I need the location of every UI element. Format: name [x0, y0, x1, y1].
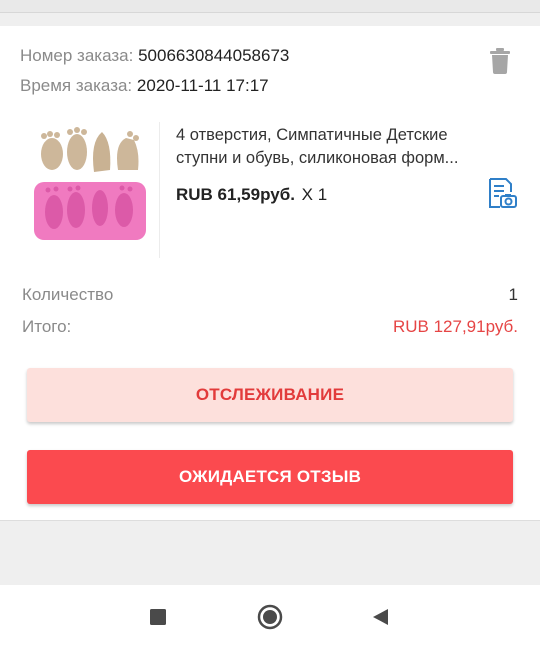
quantity-row: Количество 1 — [22, 284, 518, 306]
order-time-row: Время заказа: 2020-11-11 17:17 — [20, 75, 269, 97]
trash-icon — [490, 48, 510, 74]
order-number-row: Номер заказа: 5006630844058673 — [20, 45, 289, 67]
android-navigation-bar — [0, 585, 540, 649]
nav-home-button[interactable] — [256, 603, 284, 631]
circle-icon — [257, 604, 283, 630]
nav-back-button[interactable] — [366, 603, 394, 631]
order-time-label: Время заказа: — [20, 76, 133, 95]
order-card: Номер заказа: 5006630844058673 Время зак… — [0, 26, 540, 521]
order-time-value: 2020-11-11 17:17 — [136, 76, 269, 95]
quantity-label: Количество — [22, 285, 114, 304]
square-icon — [150, 609, 166, 625]
nav-recent-apps-button[interactable] — [144, 603, 172, 631]
product-image — [34, 127, 146, 240]
product-quantity: X 1 — [301, 185, 328, 204]
order-snapshot-button[interactable] — [484, 176, 518, 210]
awaiting-review-button[interactable]: ОЖИДАЕТСЯ ОТЗЫВ — [27, 450, 513, 504]
price-row: RUB 61,59руб. X 1 — [176, 184, 327, 206]
quantity-value: 1 — [508, 285, 518, 304]
triangle-back-icon — [373, 609, 388, 625]
order-number-label: Номер заказа: — [20, 46, 134, 65]
total-label: Итого: — [22, 317, 72, 336]
thumbnail-divider — [159, 122, 160, 258]
order-number-value: 5006630844058673 — [138, 46, 290, 65]
order-screen: Номер заказа: 5006630844058673 Время зак… — [0, 0, 540, 649]
product-thumbnail[interactable] — [30, 122, 150, 240]
order-snapshot-icon — [489, 178, 517, 208]
product-title-line-1: 4 отверстия, Симпатичные Детские — [176, 126, 448, 144]
delete-order-button[interactable] — [488, 48, 512, 74]
total-value: RUB 127,91руб. — [392, 317, 518, 336]
product-price: RUB 61,59руб. — [176, 185, 295, 204]
track-order-button[interactable]: ОТСЛЕЖИВАНИЕ — [27, 368, 513, 422]
product-title[interactable]: 4 отверстия, Симпатичные Детские ступни … — [176, 124, 516, 170]
total-row: Итого: RUB 127,91руб. — [22, 316, 518, 338]
product-title-line-2: ступни и обувь, силиконовая форм... — [176, 149, 459, 167]
previous-card-edge — [0, 0, 540, 13]
